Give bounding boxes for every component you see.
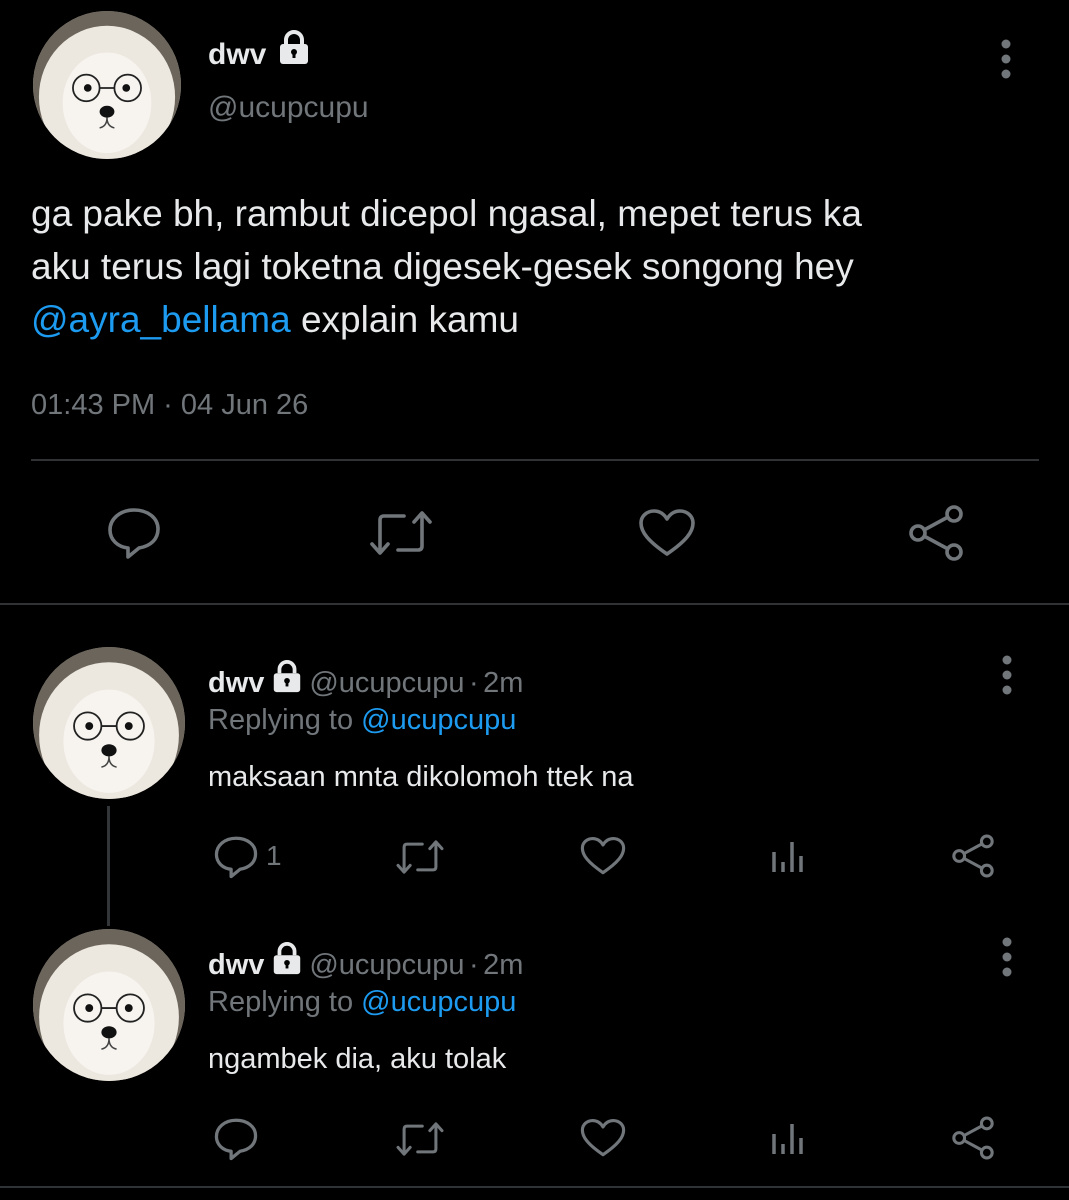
avatar[interactable] — [33, 11, 181, 159]
reply-header: dwv @ucupcupu · 2m — [208, 942, 523, 982]
tweet-text-line: aku terus lagi toketna digesek-gesek son… — [31, 246, 854, 287]
more-options-icon[interactable] — [997, 654, 1017, 701]
lock-icon — [269, 942, 305, 981]
tweet-text: ga pake bh, rambut dicepol ngasal, mepet… — [31, 187, 1041, 346]
reply-text: ngambek dia, aku tolak — [208, 1043, 507, 1075]
lock-icon — [269, 660, 305, 699]
tweet-text-line: explain kamu — [290, 299, 519, 340]
more-options-icon[interactable] — [996, 38, 1016, 85]
divider — [0, 603, 1069, 605]
author-handle[interactable]: @ucupcupu — [208, 91, 369, 125]
replying-to: Replying to @ucupcupu — [208, 704, 516, 737]
share-icon[interactable] — [906, 504, 966, 562]
divider — [0, 1186, 1069, 1188]
separator-dot: · — [468, 667, 479, 699]
replying-mention-link[interactable]: @ucupcupu — [361, 986, 516, 1018]
avatar[interactable] — [33, 647, 185, 799]
reply-text: maksaan mnta dikolomoh ttek na — [208, 761, 634, 793]
share-icon[interactable] — [950, 833, 996, 879]
avatar[interactable] — [33, 929, 185, 1081]
like-icon[interactable] — [580, 836, 626, 876]
retweet-icon[interactable] — [395, 838, 445, 876]
retweet-icon[interactable] — [368, 508, 434, 558]
more-options-icon[interactable] — [997, 936, 1017, 983]
author-name[interactable]: dwv — [208, 667, 264, 699]
tweet-text-line: ga pake bh, rambut dicepol ngasal, mepet… — [31, 193, 862, 234]
dog-avatar-image — [33, 11, 181, 159]
comment-icon[interactable] — [106, 506, 162, 560]
replying-mention-link[interactable]: @ucupcupu — [361, 704, 516, 736]
separator-dot: · — [468, 949, 479, 981]
divider — [31, 459, 1039, 461]
comment-icon[interactable] — [213, 835, 259, 879]
author-name[interactable]: dwv — [208, 949, 264, 981]
lock-icon — [275, 30, 313, 74]
share-icon[interactable] — [950, 1115, 996, 1161]
thread-connector — [107, 806, 110, 926]
dog-avatar-image — [33, 929, 185, 1081]
retweet-icon[interactable] — [395, 1120, 445, 1158]
mention-link[interactable]: @ayra_bellama — [31, 299, 291, 340]
reply-count: 1 — [266, 840, 282, 871]
author-name[interactable]: dwv — [208, 38, 266, 71]
reply-time[interactable]: 2m — [483, 667, 523, 699]
reply-header: dwv @ucupcupu · 2m — [208, 660, 523, 700]
comment-icon[interactable] — [213, 1117, 259, 1161]
analytics-icon[interactable] — [770, 1120, 806, 1156]
dog-avatar-image — [33, 647, 185, 799]
analytics-icon[interactable] — [770, 838, 806, 874]
reply-time[interactable]: 2m — [483, 949, 523, 981]
replying-to: Replying to @ucupcupu — [208, 986, 516, 1019]
author-handle[interactable]: @ucupcupu — [309, 949, 464, 981]
like-icon[interactable] — [638, 508, 696, 558]
author-handle[interactable]: @ucupcupu — [309, 667, 464, 699]
tweet-timestamp[interactable]: 01:43 PM · 04 Jun 26 — [31, 389, 308, 422]
replying-label: Replying to — [208, 986, 362, 1018]
like-icon[interactable] — [580, 1118, 626, 1158]
replying-label: Replying to — [208, 704, 362, 736]
